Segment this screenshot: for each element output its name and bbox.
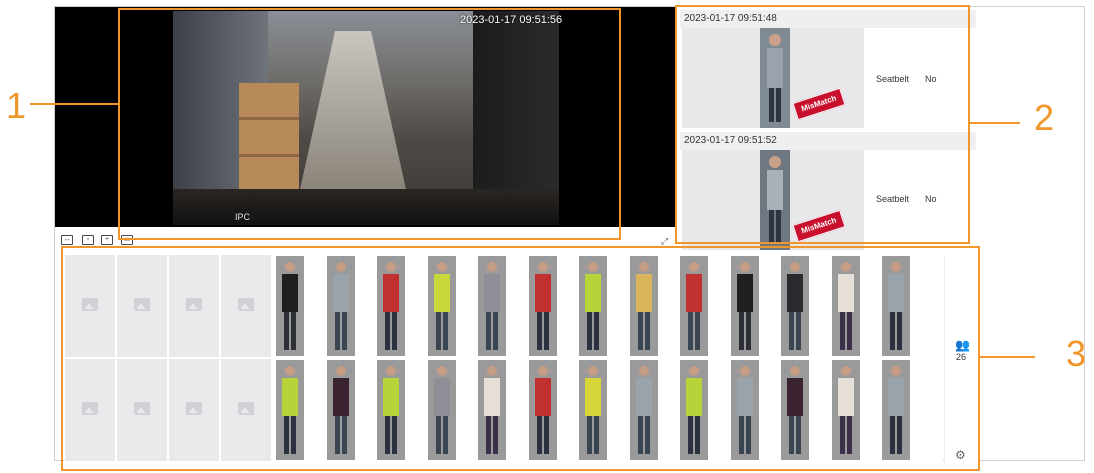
highlight-box-video [118, 8, 621, 240]
leader-line [30, 103, 120, 105]
original-size-icon[interactable]: + [101, 235, 113, 245]
leader-line [980, 356, 1035, 358]
highlight-box-records [675, 5, 970, 244]
split-layout-icon[interactable]: ↔ [61, 235, 73, 245]
highlight-box-gallery [61, 246, 980, 471]
callout-3: 3 [1066, 333, 1087, 374]
callout-2: 2 [1034, 97, 1055, 138]
callout-1: 1 [6, 85, 27, 126]
fit-icon[interactable]: ▫ [82, 235, 94, 245]
leader-line [970, 122, 1020, 124]
